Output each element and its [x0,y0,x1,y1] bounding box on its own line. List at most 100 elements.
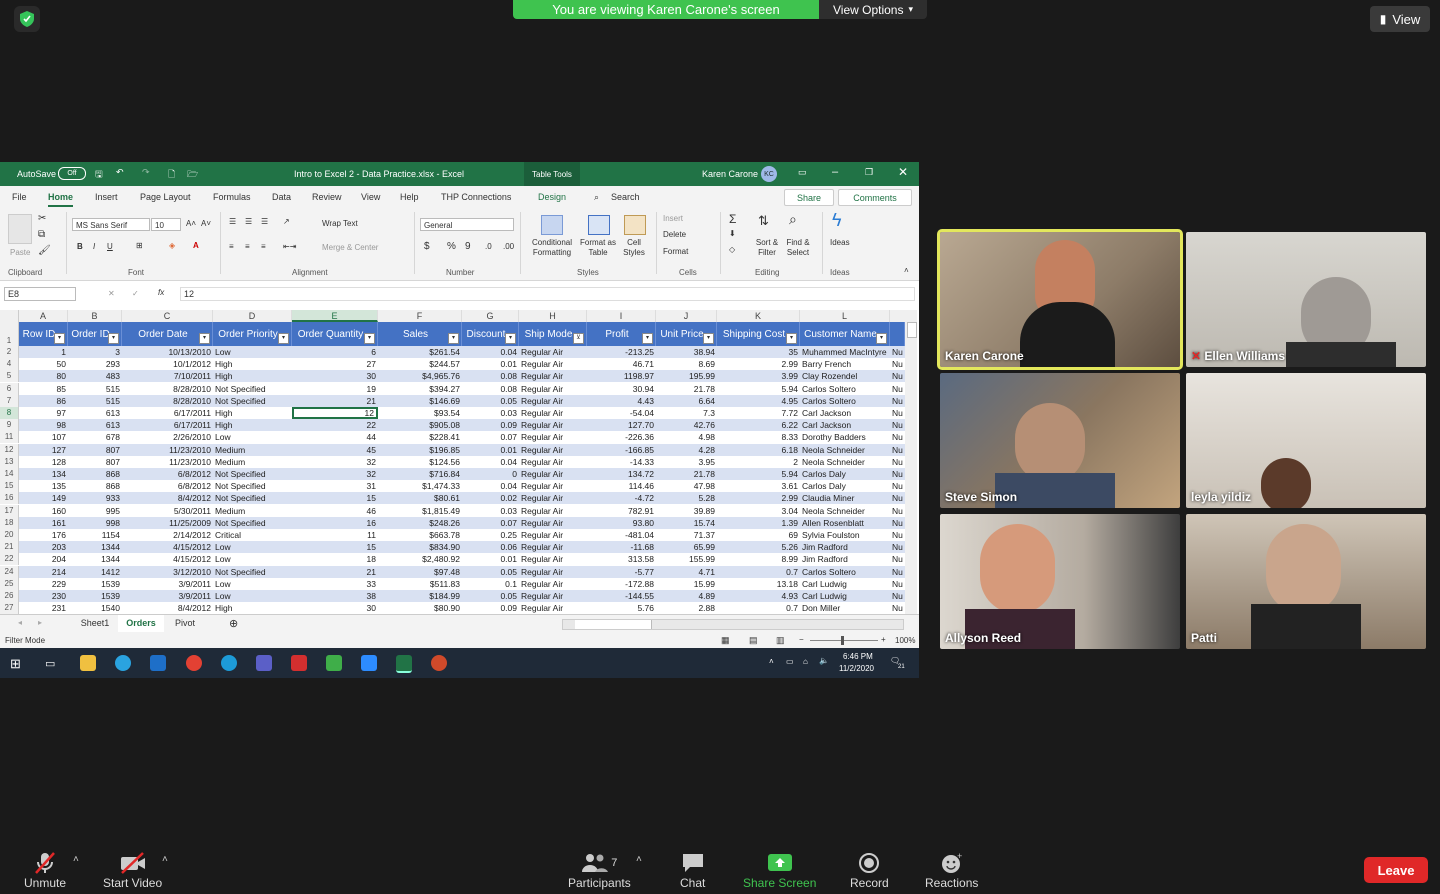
table-cell[interactable]: Nu [890,602,905,614]
table-cell[interactable]: Low [213,578,292,590]
table-cell[interactable]: Low [213,541,292,553]
table-cell[interactable]: Low [213,346,292,358]
table-cell[interactable]: $1,815.49 [378,505,462,517]
table-cell[interactable]: $80.61 [378,492,462,504]
table-header-cell[interactable]: Order Priority ▾ [213,322,292,346]
font-name-box[interactable]: MS Sans Serif [72,218,150,231]
table-cell[interactable]: Regular Air [519,383,587,395]
table-cell[interactable]: Don Miller [800,602,890,614]
row-header[interactable]: 6 [0,382,19,395]
increase-font-icon[interactable]: A˄ [186,219,196,228]
table-header-cell[interactable]: Row ID ▾ [19,322,68,346]
table-cell[interactable]: 1539 [68,578,122,590]
row-header[interactable]: 7 [0,394,19,407]
table-cell[interactable]: $244.57 [378,358,462,370]
excel-app-icon[interactable] [396,655,412,673]
internet-explorer-icon[interactable] [221,655,237,671]
row-header[interactable]: 4 [0,358,19,371]
indent-icon[interactable]: ⇤⇥ [283,242,296,251]
row-header[interactable]: 5 [0,370,19,383]
table-cell[interactable]: -166.85 [587,444,656,456]
table-cell[interactable]: Regular Air [519,602,587,614]
reactions-button[interactable]: + Reactions [925,850,978,890]
table-cell[interactable]: 33 [292,578,378,590]
table-cell[interactable]: 7.3 [656,407,717,419]
table-cell[interactable]: 11/25/2009 [122,517,213,529]
row-header[interactable]: 16 [0,492,19,505]
column-header-b[interactable]: B [68,310,122,322]
table-cell[interactable]: Nu [890,517,905,529]
table-cell[interactable]: 3 [68,346,122,358]
percent-icon[interactable]: % [447,241,456,252]
select-all-corner[interactable] [0,310,19,322]
table-cell[interactable]: Regular Air [519,492,587,504]
font-color-icon[interactable]: A [193,241,199,250]
table-cell[interactable]: 0.05 [462,566,519,578]
table-cell[interactable]: Nu [890,419,905,431]
table-cell[interactable]: 27 [292,358,378,370]
table-cell[interactable]: 2/14/2012 [122,529,213,541]
chrome-icon[interactable] [186,655,202,671]
table-cell[interactable]: 21.78 [656,468,717,480]
sheet-tab-pivot[interactable]: Pivot [165,615,205,632]
row-header[interactable]: 1 [0,322,19,346]
copy-icon[interactable]: ⧉ [38,229,45,240]
table-cell[interactable]: Not Specified [213,566,292,578]
clear-icon[interactable]: ◇ [729,245,735,254]
decrease-font-icon[interactable]: A˅ [201,219,211,228]
table-cell[interactable]: 69 [717,529,800,541]
participant-tile-leyla-yildiz[interactable]: leyla yildiz [1186,373,1426,508]
table-cell[interactable]: Nu [890,553,905,565]
insert-function-icon[interactable]: fx [158,288,164,297]
table-cell[interactable]: 313.58 [587,553,656,565]
avatar[interactable]: KC [761,166,777,182]
cell-styles-button[interactable]: Cell Styles [619,238,649,258]
format-painter-icon[interactable]: 🖌 [38,245,51,256]
table-cell[interactable]: 127 [19,444,68,456]
table-cell[interactable]: 45 [292,444,378,456]
table-cell[interactable]: 85 [19,383,68,395]
autosave-toggle[interactable]: Off [58,167,86,180]
table-cell[interactable]: 32 [292,456,378,468]
row-header[interactable]: 14 [0,468,19,480]
participants-chevron-icon[interactable]: ˄ [636,854,642,865]
row-header[interactable]: 27 [0,602,19,615]
table-cell[interactable]: -11.68 [587,541,656,553]
outlook-icon[interactable] [150,655,166,671]
table-cell[interactable]: Critical [213,529,292,541]
autosum-icon[interactable]: Σ [729,212,736,226]
row-header[interactable]: 2 [0,346,19,358]
table-cell[interactable]: Nu [890,456,905,468]
table-cell[interactable]: 203 [19,541,68,553]
table-cell[interactable]: 15 [292,541,378,553]
table-cell[interactable]: Nu [890,566,905,578]
filter-dropdown-icon[interactable]: ▾ [703,333,714,344]
table-cell[interactable]: 0.04 [462,456,519,468]
table-cell[interactable]: 1.39 [717,517,800,529]
table-cell[interactable]: Neola Schneider [800,456,890,468]
table-cell[interactable]: $394.27 [378,383,462,395]
table-cell[interactable]: Dorothy Badders [800,431,890,443]
table-cell[interactable]: 71.37 [656,529,717,541]
scroll-tabs-left-icon[interactable]: ◂ [18,618,22,627]
table-cell[interactable]: -54.04 [587,407,656,419]
table-cell[interactable]: 933 [68,492,122,504]
column-header-k[interactable]: K [717,310,800,322]
column-header-f[interactable]: F [378,310,462,322]
table-cell[interactable]: Low [213,431,292,443]
table-header-cell[interactable]: Profit ▾ [587,322,656,346]
table-cell[interactable]: Medium [213,444,292,456]
participants-button[interactable]: 7 Participants [568,850,631,890]
row-header[interactable]: 25 [0,577,19,590]
table-cell[interactable]: 6/17/2011 [122,407,213,419]
filter-dropdown-icon[interactable]: ▾ [199,333,210,344]
table-cell[interactable]: Regular Air [519,358,587,370]
table-cell[interactable]: Nu [890,578,905,590]
font-size-box[interactable]: 10 [151,218,181,231]
table-cell[interactable]: 4.93 [717,590,800,602]
table-cell[interactable]: 0.01 [462,553,519,565]
table-cell[interactable]: 3.95 [656,456,717,468]
align-left-icon[interactable]: ≡ [229,242,234,251]
table-cell[interactable]: Not Specified [213,480,292,492]
table-cell[interactable]: 6.64 [656,395,717,407]
